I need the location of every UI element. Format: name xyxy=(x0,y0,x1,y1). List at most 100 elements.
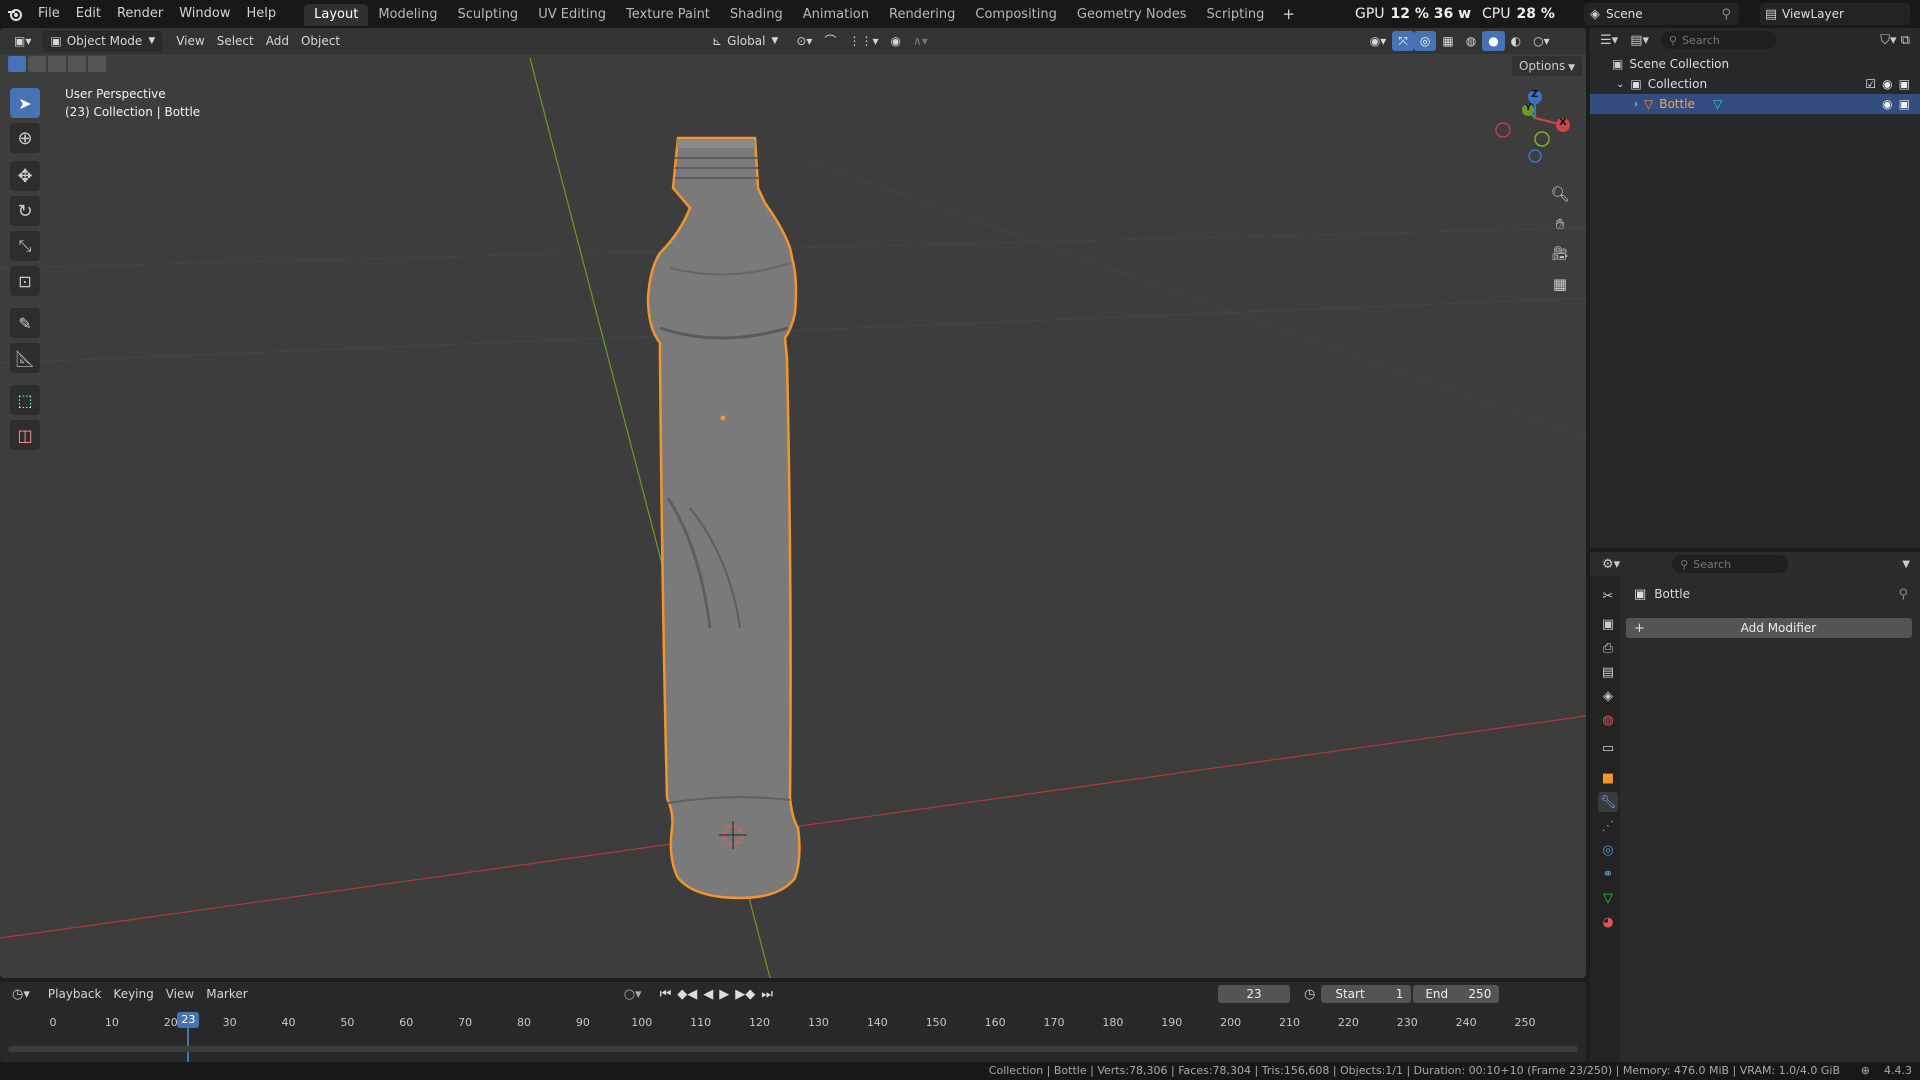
prev-keyframe-icon[interactable]: ◆◀ xyxy=(677,987,697,1002)
tool-cursor[interactable]: ⊕ xyxy=(10,123,40,153)
eye-icon[interactable]: ◉ xyxy=(1882,97,1892,111)
pan-button[interactable]: ✋︎ xyxy=(1547,211,1573,237)
tool-rotate[interactable]: ↻ xyxy=(10,196,40,226)
menu-playback[interactable]: Playback xyxy=(42,984,108,1004)
tab-scene[interactable]: ◈ xyxy=(1598,686,1618,706)
tab-material[interactable]: ◕ xyxy=(1598,912,1618,932)
camera-render-icon[interactable]: ▣ xyxy=(1899,77,1910,91)
editor-type-icon[interactable]: ☰▾ xyxy=(1600,33,1618,48)
tab-sculpting[interactable]: Sculpting xyxy=(447,4,528,26)
visibility-icon[interactable]: ◉▾ xyxy=(1364,31,1393,51)
menu-view[interactable]: View xyxy=(160,984,200,1004)
next-keyframe-icon[interactable]: ▶◆ xyxy=(735,987,755,1002)
scene-selector[interactable]: ◈ Scene ⚲ xyxy=(1584,3,1739,25)
tab-tool[interactable]: ✂ xyxy=(1598,586,1618,606)
menu-marker[interactable]: Marker xyxy=(200,984,253,1004)
checkbox-icon[interactable]: ☑ xyxy=(1865,77,1876,91)
options-dropdown[interactable]: Options ▼ xyxy=(1512,56,1582,76)
falloff-icon[interactable]: ∧▾ xyxy=(907,31,934,51)
zoom-button[interactable]: 🔍︎ xyxy=(1547,181,1573,207)
shading-wireframe-icon[interactable]: ◍ xyxy=(1460,31,1482,51)
menu-render[interactable]: Render xyxy=(109,0,171,28)
proportional-edit-icon[interactable]: ◉ xyxy=(884,31,906,51)
pivot-point-icon[interactable]: ⊙▾ xyxy=(790,31,818,51)
snap-target-icon[interactable]: ⋮⋮▾ xyxy=(842,31,884,51)
outliner-row-scene-collection[interactable]: ▣ Scene Collection xyxy=(1590,54,1920,74)
editor-type-icon[interactable]: ▣▾ xyxy=(8,31,37,51)
ortho-toggle-button[interactable]: ▦ xyxy=(1547,271,1573,297)
outliner-row-bottle[interactable]: › ▽ Bottle ▽ ◉ ▣ xyxy=(1590,94,1920,114)
tab-uv-editing[interactable]: UV Editing xyxy=(528,4,616,26)
display-mode-icon[interactable]: ▤▾ xyxy=(1630,33,1649,48)
tab-scripting[interactable]: Scripting xyxy=(1197,4,1275,26)
tab-modifiers[interactable]: 🔧︎ xyxy=(1598,792,1618,812)
menu-view[interactable]: View xyxy=(170,31,210,51)
view-layer-selector[interactable]: ▤ ViewLayer xyxy=(1760,3,1910,25)
tool-add-cube[interactable]: ⬚ xyxy=(10,385,40,415)
menu-edit[interactable]: Edit xyxy=(68,0,109,28)
tool-scale[interactable]: ⤡ xyxy=(10,231,40,261)
tab-world[interactable]: ◍ xyxy=(1598,710,1618,730)
shading-material-icon[interactable]: ◐ xyxy=(1505,31,1527,51)
menu-file[interactable]: File xyxy=(30,0,68,28)
tab-collection[interactable]: ▭ xyxy=(1598,738,1618,758)
xray-icon[interactable]: ▦ xyxy=(1436,31,1459,51)
select-invert-icon[interactable] xyxy=(68,56,86,72)
timeline-scrollbar[interactable] xyxy=(8,1046,1578,1052)
expand-chevron-icon[interactable]: › xyxy=(1634,99,1638,110)
tab-particles[interactable]: ⋰ xyxy=(1598,816,1618,836)
playhead-frame[interactable]: 23 xyxy=(177,1012,200,1028)
gizmo-toggle-icon[interactable]: ⤧ xyxy=(1392,31,1414,51)
snap-icon[interactable]: ⌒ xyxy=(818,31,842,51)
menu-help[interactable]: Help xyxy=(239,0,285,28)
tab-data[interactable]: ▽ xyxy=(1598,888,1618,908)
tab-texture-paint[interactable]: Texture Paint xyxy=(616,4,720,26)
shading-rendered-icon[interactable]: ○▾ xyxy=(1527,31,1556,51)
editor-type-icon[interactable]: ◷▾ xyxy=(12,987,30,1002)
tool-transform[interactable]: ⊡ xyxy=(10,266,40,296)
select-extend-icon[interactable] xyxy=(28,56,46,72)
tool-annotate[interactable]: ✎ xyxy=(10,308,40,338)
mode-selector[interactable]: ▣ Object Mode ▼ xyxy=(43,31,163,51)
tab-animation[interactable]: Animation xyxy=(793,4,879,26)
transform-orientation[interactable]: ⊾ Global ▼ xyxy=(706,31,784,51)
menu-object[interactable]: Object xyxy=(295,31,346,51)
tab-shading[interactable]: Shading xyxy=(720,4,793,26)
select-intersect-icon[interactable] xyxy=(88,56,106,72)
tab-render[interactable]: ▣ xyxy=(1598,614,1618,634)
expand-chevron-icon[interactable]: ⌄ xyxy=(1616,79,1624,90)
timeline-ruler[interactable]: 0 10 20 30 40 50 60 70 80 90 100 110 120 130 140 150 160… xyxy=(0,1010,1586,1072)
outliner-search-input[interactable]: ⚲ Search xyxy=(1661,31,1777,49)
tool-move[interactable]: ✥ xyxy=(10,161,40,191)
editor-type-icon[interactable]: ⚙▾ xyxy=(1602,557,1620,572)
chevron-down-icon[interactable]: ▼ xyxy=(1902,559,1910,570)
camera-render-icon[interactable]: ▣ xyxy=(1899,97,1910,111)
tab-compositing[interactable]: Compositing xyxy=(965,4,1067,26)
tab-layout[interactable]: Layout xyxy=(304,4,369,26)
menu-select[interactable]: Select xyxy=(211,31,260,51)
tab-output[interactable]: ⎙ xyxy=(1598,638,1618,658)
3d-viewport[interactable]: Z X Y ▣▾ ▣ Object Mode ▼ View Select Add… xyxy=(0,28,1586,978)
tab-constraints[interactable]: ⚭ xyxy=(1598,864,1618,884)
eye-icon[interactable]: ◉ xyxy=(1882,77,1892,91)
filter-icon[interactable]: ⛉▾ ⧉ xyxy=(1880,33,1910,48)
select-new-icon[interactable] xyxy=(8,56,26,72)
properties-search-input[interactable]: ⚲ Search xyxy=(1672,555,1789,573)
start-frame-field[interactable]: Start 1 xyxy=(1321,985,1412,1003)
play-reverse-icon[interactable]: ◀ xyxy=(703,987,713,1002)
overlays-icon[interactable]: ◎ xyxy=(1413,31,1437,51)
play-icon[interactable]: ▶ xyxy=(719,987,729,1002)
jump-end-icon[interactable]: ⏭ xyxy=(761,987,773,1002)
pin-icon[interactable]: ⚲ xyxy=(1721,7,1731,22)
outliner-row-collection[interactable]: ⌄ ▣ Collection ☑ ◉ ▣ xyxy=(1590,74,1920,94)
add-modifier-button[interactable]: + Add Modifier xyxy=(1626,618,1912,638)
tab-rendering[interactable]: Rendering xyxy=(879,4,965,26)
tab-geometry-nodes[interactable]: Geometry Nodes xyxy=(1067,4,1197,26)
shading-solid-icon[interactable]: ● xyxy=(1482,31,1505,51)
end-frame-field[interactable]: End 250 xyxy=(1413,985,1500,1003)
jump-start-icon[interactable]: ⏮ xyxy=(660,987,672,1002)
camera-view-button[interactable]: 🎥︎ xyxy=(1547,241,1573,267)
add-workspace-icon[interactable]: + xyxy=(1274,0,1303,28)
blender-logo-icon[interactable] xyxy=(0,0,30,28)
auto-keying-icon[interactable]: ○▾ xyxy=(624,987,642,1002)
